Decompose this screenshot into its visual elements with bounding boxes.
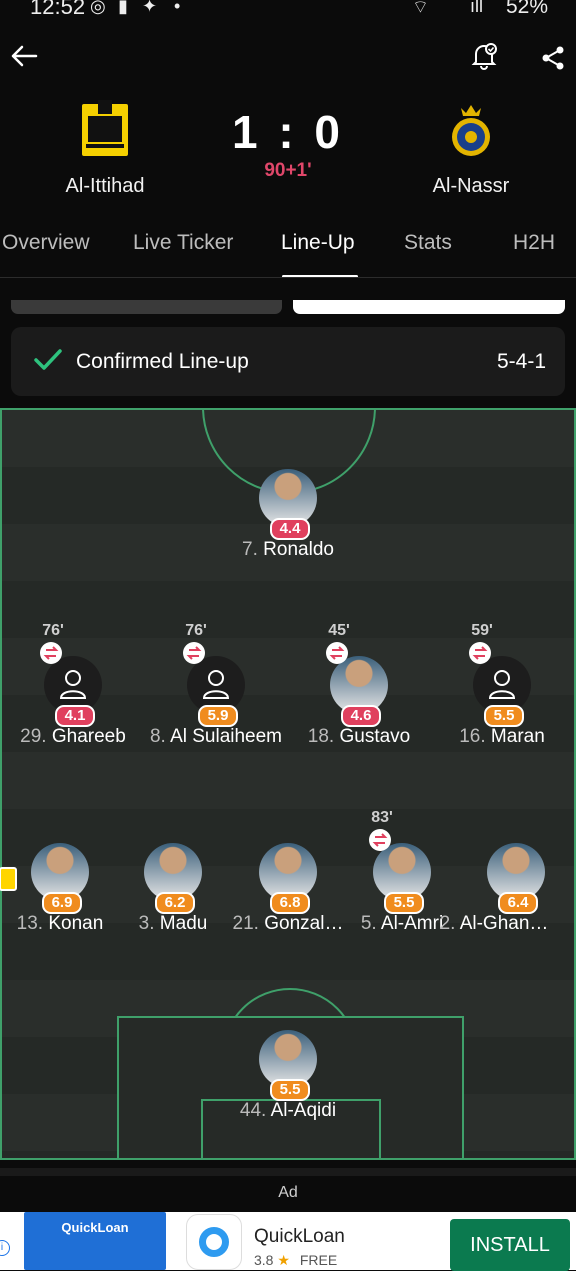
player-rating: 5.5 xyxy=(384,892,424,914)
al-nassr-crest-icon xyxy=(452,105,490,156)
player-surname: Al-Ghan… xyxy=(459,913,549,934)
player-number: 8. xyxy=(149,726,166,747)
tab-overview[interactable]: Overview xyxy=(2,231,90,255)
away-team-name[interactable]: Al-Nassr xyxy=(386,175,556,198)
player-number: 16. xyxy=(459,726,486,747)
substitution-icon xyxy=(40,642,62,664)
player-rating: 5.5 xyxy=(484,705,524,727)
ad-thumbnail: QuickLoan xyxy=(24,1212,166,1270)
player-al-aqidi[interactable]: 5.5 44. Al-Aqidi xyxy=(213,1030,363,1140)
player-number: 21. xyxy=(232,913,259,934)
ad-thumbnail-text: QuickLoan xyxy=(61,1220,129,1235)
match-score: 1 : 0 xyxy=(231,106,345,158)
player-maran[interactable]: 59' 5.5 16. Maran xyxy=(427,622,576,766)
substitution-icon xyxy=(369,829,391,851)
player-number: 7. xyxy=(242,539,258,560)
player-rating: 6.2 xyxy=(155,892,195,914)
ad-app-name: QuickLoan xyxy=(254,1226,345,1247)
home-team-logo[interactable] xyxy=(80,100,130,158)
player-name: 2. Al-Ghan… xyxy=(399,913,576,935)
player-rating: 4.1 xyxy=(55,705,95,727)
status-bar: 12:52 ◎ ▮ ✦ • 52% ⌔ ıll xyxy=(0,0,576,22)
player-gustavo[interactable]: 45' 4.6 18. Gustavo xyxy=(284,622,434,766)
app-notification-icon: ◎ xyxy=(90,0,106,16)
share-button[interactable] xyxy=(533,38,573,78)
player-rating: 6.9 xyxy=(42,892,82,914)
player-surname: Maran xyxy=(490,726,545,747)
player-name: 7. Ronaldo xyxy=(193,539,383,561)
player-number: 18. xyxy=(307,726,335,747)
notification-bell-button[interactable] xyxy=(464,36,504,76)
match-time: 90+1' xyxy=(264,160,312,181)
substitution-minute: 76' xyxy=(185,622,207,639)
player-number: 3. xyxy=(138,913,155,934)
away-team-logo[interactable] xyxy=(448,102,494,158)
player-number: 13. xyxy=(16,913,44,934)
player-al-sulaiheem[interactable]: 76' 5.9 8. Al Sulaiheem xyxy=(141,622,291,766)
tab-live-ticker[interactable]: Live Ticker xyxy=(133,231,233,255)
substitution-minute: 83' xyxy=(371,809,393,826)
status-time: 12:52 xyxy=(30,0,86,19)
bell-check-icon xyxy=(471,43,497,70)
check-icon xyxy=(34,349,62,376)
substitution-icon xyxy=(183,642,205,664)
player-surname: Gustavo xyxy=(339,726,411,747)
player-number: 29. xyxy=(20,726,47,747)
substitution-minute: 59' xyxy=(471,622,493,639)
dot-icon: • xyxy=(174,0,181,16)
ad-rating: 3.8 xyxy=(254,1252,274,1268)
wifi-icon: ⌔ xyxy=(412,0,429,17)
player-ghareeb[interactable]: 76' 4.1 29. Ghareeb xyxy=(0,622,148,766)
tab-stats[interactable]: Stats xyxy=(404,231,452,255)
signal-icon: ıll xyxy=(470,0,483,16)
player-al-ghan[interactable]: 6.4 2. Al-Ghan… xyxy=(440,843,576,953)
substitution-icon xyxy=(326,642,348,664)
ad-app-meta: 3.8 ★ FREE xyxy=(254,1252,337,1269)
player-number: 5. xyxy=(360,913,377,934)
lineup-status-label: Confirmed Line-up xyxy=(76,350,249,373)
formation-label: 5-4-1 xyxy=(496,350,546,373)
player-surname: Ghareeb xyxy=(51,726,126,747)
twitter-icon: ✦ xyxy=(142,0,158,16)
substitution-minute: 76' xyxy=(42,622,64,639)
player-ronaldo[interactable]: 4.4 7. Ronaldo xyxy=(213,469,363,579)
ad-info-icon[interactable]: i xyxy=(0,1240,10,1256)
ad-app-icon xyxy=(186,1214,242,1270)
arrow-left-icon xyxy=(11,45,38,67)
player-rating: 6.8 xyxy=(270,892,310,914)
player-surname: Al-Aqidi xyxy=(270,1100,337,1121)
player-rating: 5.5 xyxy=(270,1079,310,1101)
player-rating: 5.9 xyxy=(198,705,238,727)
player-name: 16. Maran xyxy=(407,726,576,748)
ad-price: FREE xyxy=(299,1252,338,1268)
tab-h2h[interactable]: H2H xyxy=(513,231,555,255)
battery-level: 52% xyxy=(505,0,548,18)
player-number: 2. xyxy=(439,913,456,934)
install-button[interactable]: INSTALL xyxy=(450,1219,570,1271)
substitution-icon xyxy=(469,642,491,664)
nba-icon: ▮ xyxy=(118,0,128,16)
star-icon: ★ xyxy=(277,1252,290,1268)
al-ittihad-crest-icon xyxy=(82,100,128,156)
player-name: 44. Al-Aqidi xyxy=(193,1100,383,1122)
home-team-name[interactable]: Al-Ittihad xyxy=(20,175,190,198)
player-rating: 6.4 xyxy=(498,892,538,914)
player-number: 44. xyxy=(239,1100,267,1121)
tab-line-up[interactable]: Line-Up xyxy=(281,231,355,255)
home-team-toggle[interactable] xyxy=(11,300,282,314)
substitution-minute: 45' xyxy=(328,622,350,639)
back-button[interactable] xyxy=(4,36,44,76)
away-team-toggle[interactable] xyxy=(293,300,565,314)
player-rating: 4.6 xyxy=(341,705,381,727)
yellow-card-icon xyxy=(0,867,17,891)
ad-label: Ad xyxy=(278,1184,298,1201)
player-surname: Ronaldo xyxy=(263,539,334,560)
tabs-divider xyxy=(0,277,576,278)
pitch-footer xyxy=(0,1168,576,1176)
player-rating: 4.4 xyxy=(270,518,310,540)
share-icon xyxy=(542,46,564,70)
